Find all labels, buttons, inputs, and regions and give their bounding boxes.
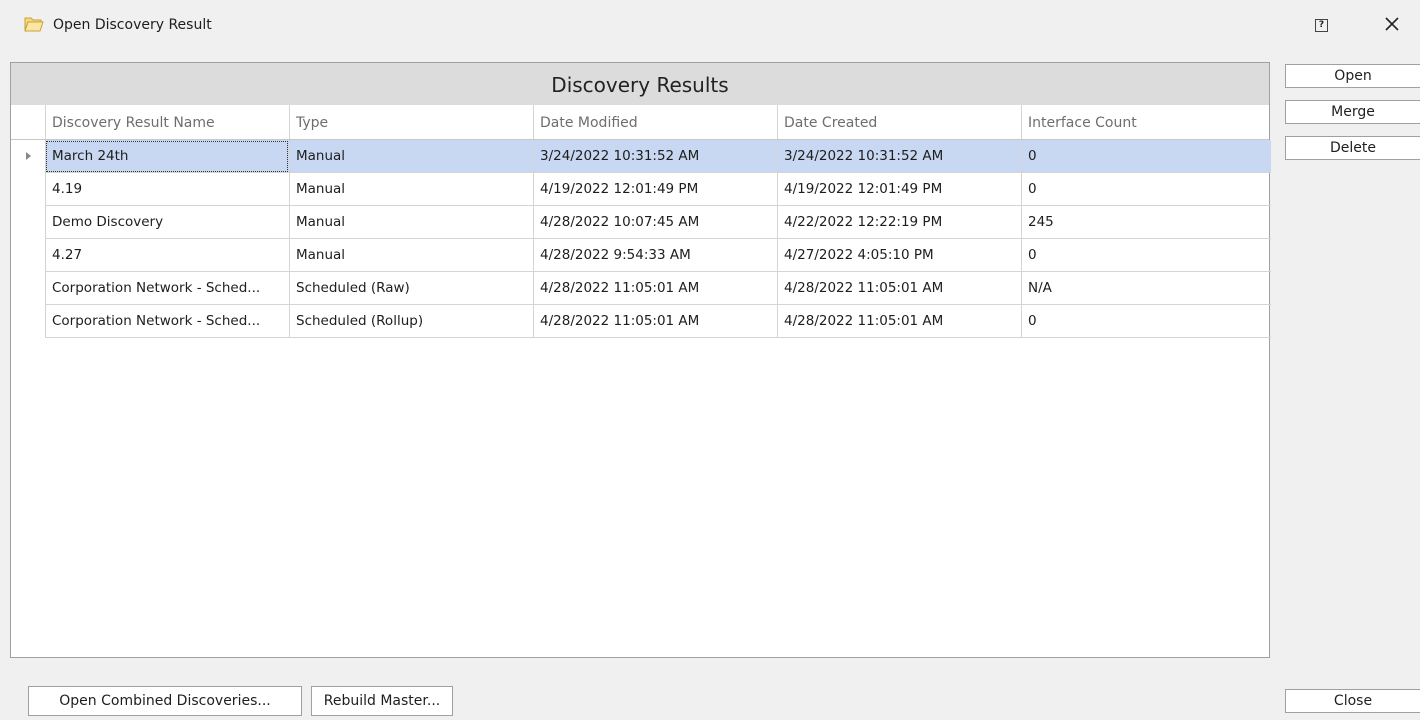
cell-date-modified[interactable]: 4/19/2022 12:01:49 PM (533, 173, 777, 206)
cell-interface-count[interactable]: 0 (1021, 305, 1271, 338)
open-combined-discoveries-button[interactable]: Open Combined Discoveries... (28, 686, 302, 716)
discovery-results-grid: Discovery Results Discovery Result Name … (10, 62, 1271, 658)
close-icon[interactable] (1380, 12, 1404, 36)
cell-date-modified[interactable]: 4/28/2022 10:07:45 AM (533, 206, 777, 239)
cell-type[interactable]: Manual (289, 206, 533, 239)
folder-open-icon (24, 17, 44, 32)
column-header-interface-count[interactable]: Interface Count (1021, 105, 1271, 139)
cell-date-modified[interactable]: 3/24/2022 10:31:52 AM (533, 140, 777, 173)
cell-date-created[interactable]: 4/27/2022 4:05:10 PM (777, 239, 1021, 272)
open-button[interactable]: Open (1285, 64, 1420, 88)
table-row[interactable]: March 24th Manual 3/24/2022 10:31:52 AM 3/2… (11, 140, 1271, 173)
cell-type[interactable]: Scheduled (Raw) (289, 272, 533, 305)
cell-date-created[interactable]: 4/22/2022 12:22:19 PM (777, 206, 1021, 239)
column-header-type[interactable]: Type (289, 105, 533, 139)
cell-interface-count[interactable]: N/A (1021, 272, 1271, 305)
row-indicator[interactable] (11, 305, 45, 338)
table-row[interactable]: Demo Discovery Manual 4/28/2022 10:07:45 A… (11, 206, 1271, 239)
window-title: Open Discovery Result (53, 17, 212, 33)
table-row[interactable]: 4.27 Manual 4/28/2022 9:54:33 AM 4/27/2022 … (11, 239, 1271, 272)
cell-date-modified[interactable]: 4/28/2022 11:05:01 AM (533, 305, 777, 338)
cell-type[interactable]: Manual (289, 239, 533, 272)
cell-name[interactable]: March 24th (45, 140, 289, 173)
column-header-date-modified[interactable]: Date Modified (533, 105, 777, 139)
row-pointer-icon (26, 152, 31, 160)
cell-name[interactable]: 4.19 (45, 173, 289, 206)
rebuild-master-button[interactable]: Rebuild Master... (311, 686, 453, 716)
cell-date-modified[interactable]: 4/28/2022 11:05:01 AM (533, 272, 777, 305)
cell-name[interactable]: 4.27 (45, 239, 289, 272)
close-button[interactable]: Close (1285, 689, 1420, 713)
table-row[interactable]: Corporation Network - Sched... Scheduled … (11, 272, 1271, 305)
cell-date-created[interactable]: 3/24/2022 10:31:52 AM (777, 140, 1021, 173)
cell-name[interactable]: Corporation Network - Sched... (45, 272, 289, 305)
row-indicator[interactable] (11, 140, 45, 173)
table-row[interactable]: 4.19 Manual 4/19/2022 12:01:49 PM 4/19/2022… (11, 173, 1271, 206)
cell-date-modified[interactable]: 4/28/2022 9:54:33 AM (533, 239, 777, 272)
cell-interface-count[interactable]: 0 (1021, 239, 1271, 272)
cell-date-created[interactable]: 4/28/2022 11:05:01 AM (777, 305, 1021, 338)
table-row[interactable]: Corporation Network - Sched... Scheduled … (11, 305, 1271, 338)
column-header-row: Discovery Result Name Type Date Modified… (11, 105, 1269, 140)
row-indicator[interactable] (11, 206, 45, 239)
cell-name[interactable]: Corporation Network - Sched... (45, 305, 289, 338)
column-header-date-created[interactable]: Date Created (777, 105, 1021, 139)
cell-interface-count[interactable]: 245 (1021, 206, 1271, 239)
row-indicator[interactable] (11, 239, 45, 272)
cell-type[interactable]: Manual (289, 140, 533, 173)
cell-date-created[interactable]: 4/19/2022 12:01:49 PM (777, 173, 1021, 206)
cell-type[interactable]: Scheduled (Rollup) (289, 305, 533, 338)
cell-name[interactable]: Demo Discovery (45, 206, 289, 239)
merge-button[interactable]: Merge (1285, 100, 1420, 124)
row-indicator[interactable] (11, 173, 45, 206)
row-indicator[interactable] (11, 272, 45, 305)
cell-date-created[interactable]: 4/28/2022 11:05:01 AM (777, 272, 1021, 305)
cell-interface-count[interactable]: 0 (1021, 140, 1271, 173)
cell-interface-count[interactable]: 0 (1021, 173, 1271, 206)
help-button[interactable]: ? (1315, 19, 1328, 32)
cell-type[interactable]: Manual (289, 173, 533, 206)
column-header-name[interactable]: Discovery Result Name (45, 105, 289, 139)
title-bar: Open Discovery Result ? (0, 0, 1420, 52)
grid-group-title: Discovery Results (11, 63, 1269, 105)
delete-button[interactable]: Delete (1285, 136, 1420, 160)
